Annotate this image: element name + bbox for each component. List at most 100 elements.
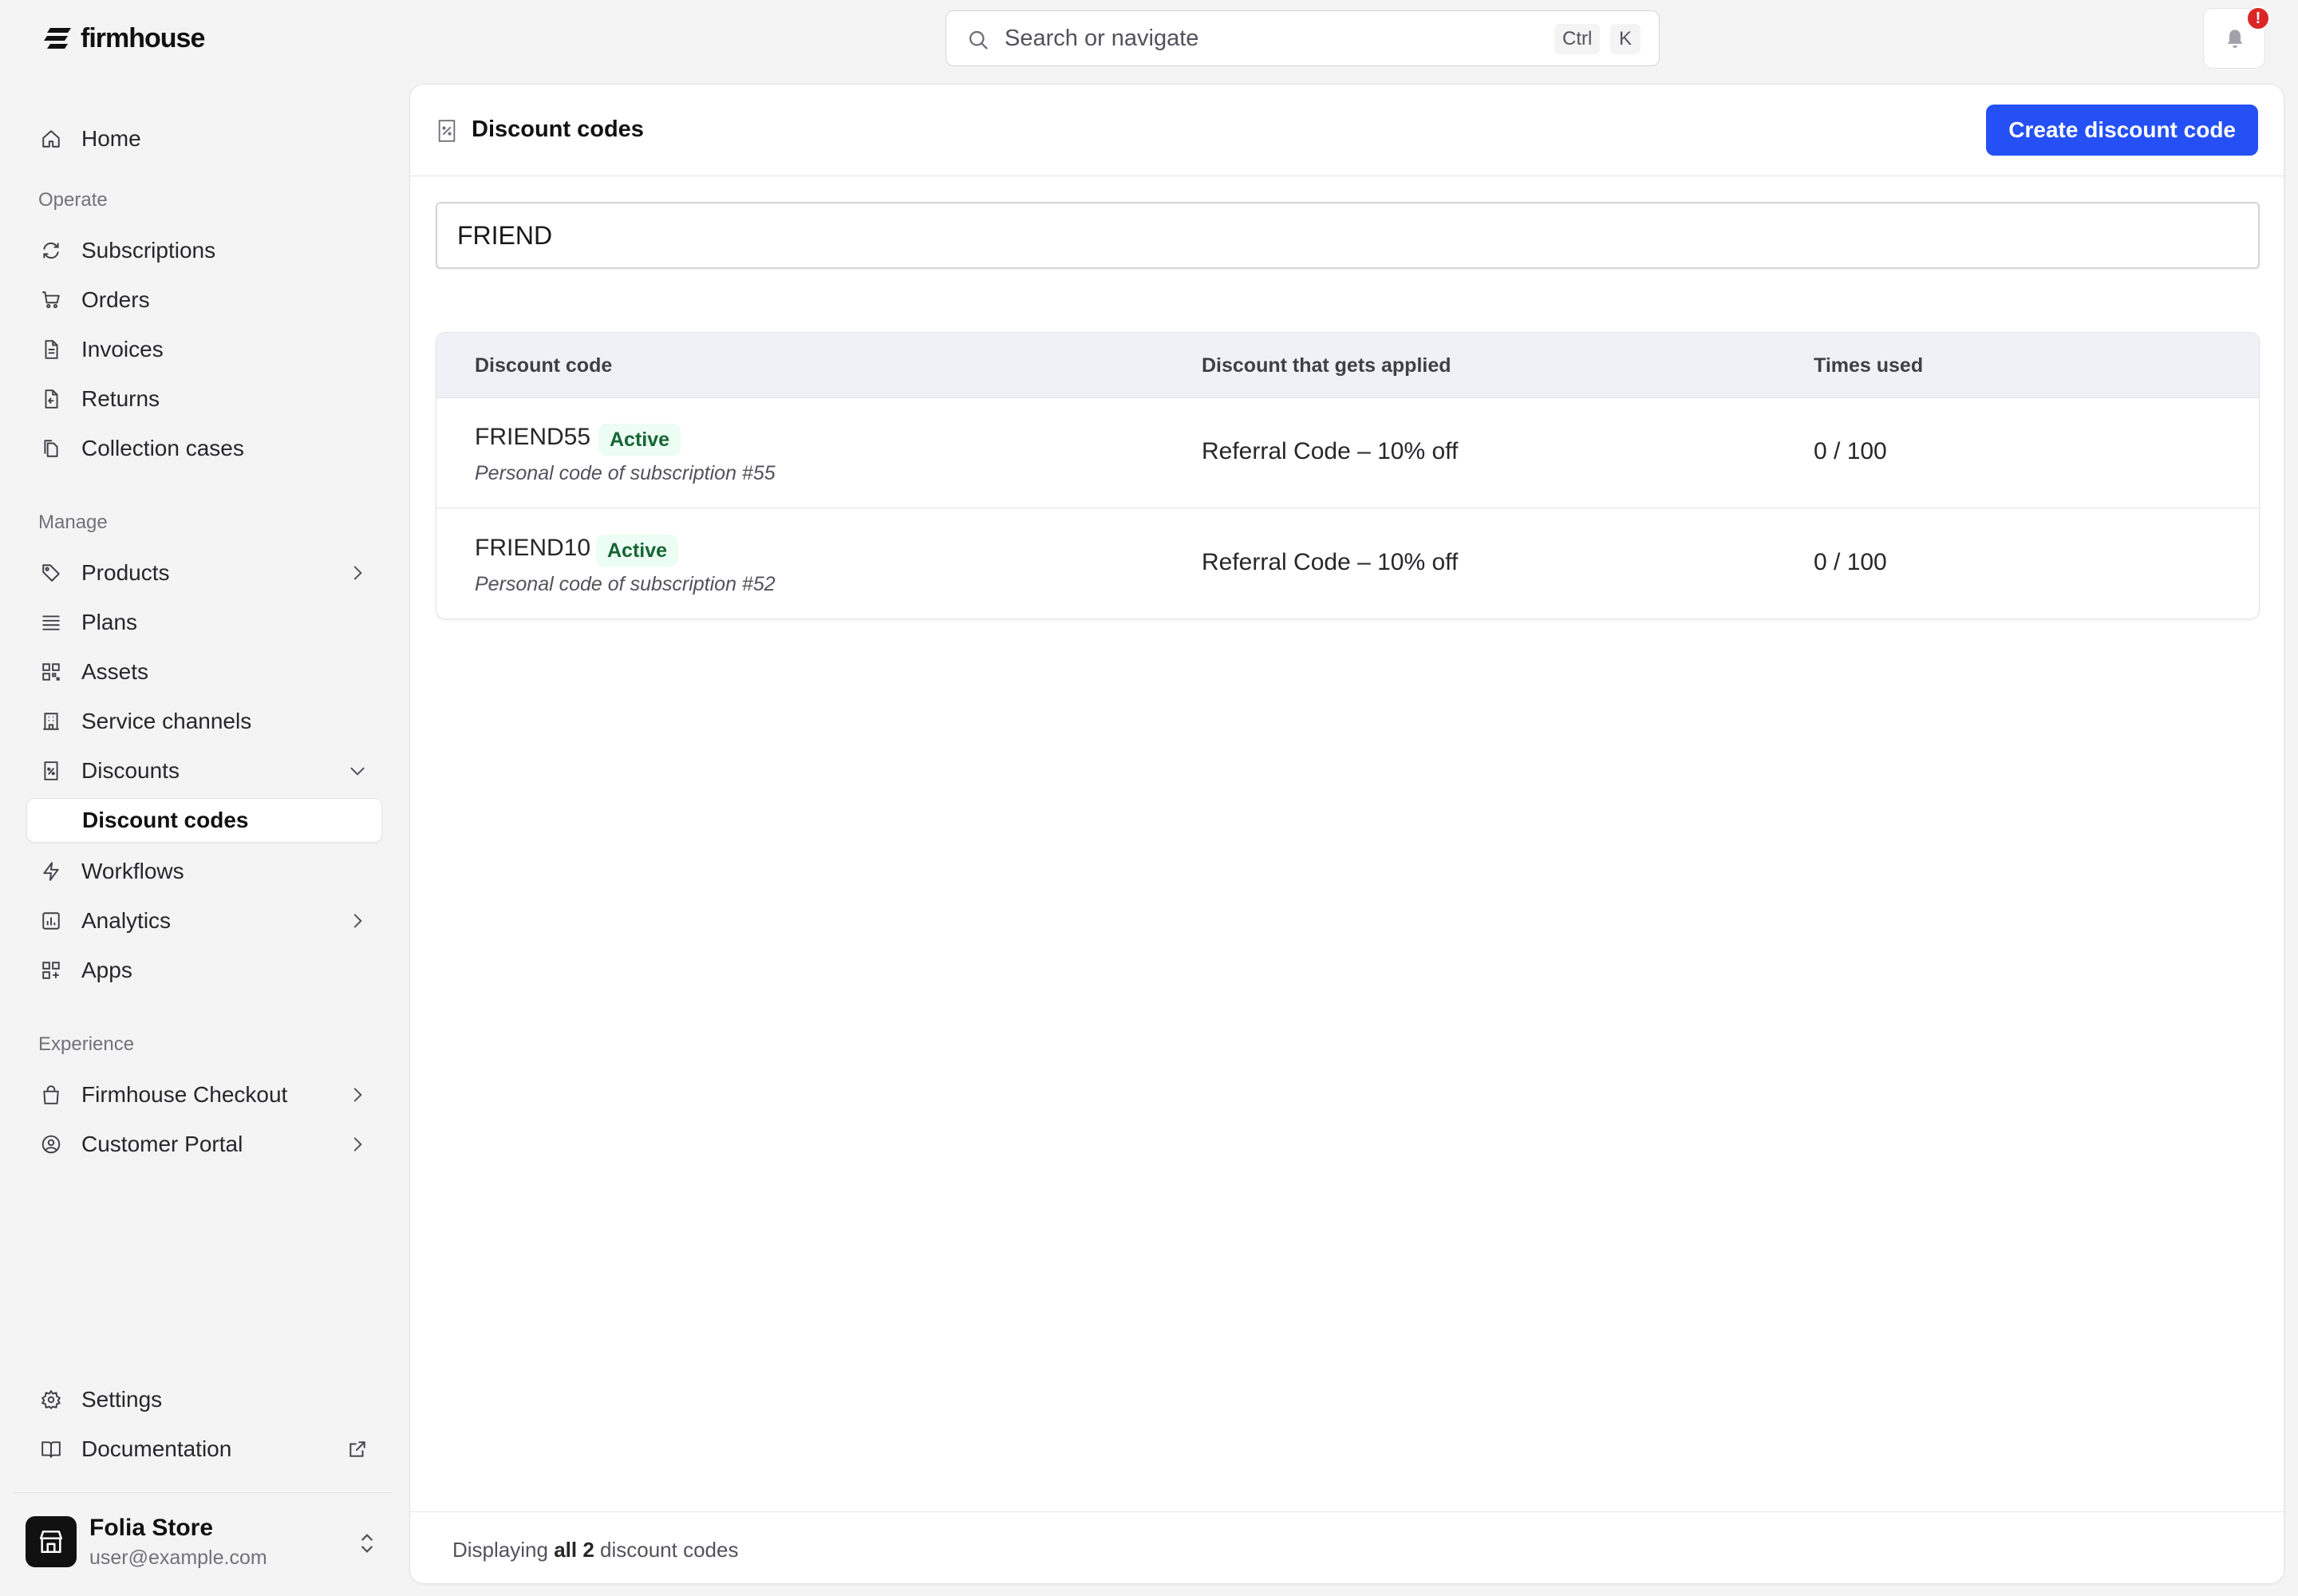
- bell-icon: [2227, 30, 2243, 49]
- sidebar-item-firmhouse-checkout[interactable]: Firmhouse Checkout: [26, 1073, 382, 1117]
- store-email: user@example.com: [89, 1547, 267, 1569]
- book-icon: [41, 1441, 61, 1458]
- results-count: Displaying all 2 discount codes: [452, 1538, 739, 1562]
- sidebar-item-label: Returns: [81, 386, 160, 411]
- sidebar-item-label: Products: [81, 560, 170, 585]
- section-label-operate: Operate: [38, 189, 108, 211]
- column-header-times-used[interactable]: Times used: [1814, 354, 1923, 377]
- discount-document-icon: [44, 761, 58, 780]
- chevron-down-icon: [350, 767, 365, 776]
- sidebar-item-label: Settings: [81, 1387, 163, 1412]
- page-title: Discount codes: [472, 117, 644, 142]
- sidebar-item-service-channels[interactable]: Service channels: [26, 699, 382, 744]
- sidebar-item-discounts[interactable]: Discounts: [26, 749, 382, 793]
- sidebar-item-products[interactable]: Products: [26, 551, 382, 595]
- sidebar-item-label: Discount codes: [82, 808, 249, 832]
- sidebar-item-home[interactable]: Home: [26, 117, 382, 161]
- page-footer: Displaying all 2 discount codes: [410, 1511, 2284, 1583]
- sidebar-item-subscriptions[interactable]: Subscriptions: [26, 228, 382, 273]
- sidebar-item-collection-cases[interactable]: Collection cases: [26, 426, 382, 471]
- sidebar-item-label: Customer Portal: [81, 1132, 243, 1156]
- page-header: Discount codes Create discount code: [410, 85, 2284, 176]
- sidebar-item-orders[interactable]: Orders: [26, 278, 382, 322]
- sidebar-item-analytics[interactable]: Analytics: [26, 899, 382, 943]
- sidebar-item-label: Documentation: [81, 1436, 232, 1461]
- discount-applied: Referral Code – 10% off: [1202, 549, 1459, 575]
- brand-name: firmhouse: [81, 22, 205, 53]
- sidebar-item-label: Assets: [81, 659, 149, 684]
- global-search[interactable]: Search or navigate Ctrl K: [946, 10, 1660, 66]
- chevron-up-down-icon: [361, 1534, 373, 1553]
- create-discount-code-button[interactable]: Create discount code: [1986, 105, 2258, 156]
- sidebar-item-label: Workflows: [81, 859, 184, 883]
- section-label-experience: Experience: [38, 1033, 135, 1055]
- refresh-icon: [43, 242, 59, 259]
- column-header-discount-applied[interactable]: Discount that gets applied: [1202, 354, 1451, 377]
- table-row[interactable]: FRIEND10 Active Personal code of subscri…: [436, 509, 2259, 618]
- tag-icon: [42, 564, 60, 582]
- document-icon: [45, 340, 58, 359]
- chevron-right-icon: [353, 914, 362, 928]
- sidebar-item-label: Collection cases: [81, 436, 244, 460]
- discount-document-icon: [438, 120, 456, 142]
- chevron-right-icon: [353, 1088, 362, 1102]
- main-panel: Discount codes Create discount code Disc…: [409, 84, 2284, 1584]
- column-header-discount-code[interactable]: Discount code: [475, 354, 612, 377]
- avatar: [26, 1516, 77, 1567]
- store-switcher[interactable]: Folia Store user@example.com: [26, 1515, 385, 1570]
- shortcut-key-ctrl: Ctrl: [1554, 24, 1601, 54]
- sidebar-item-label: Subscriptions: [81, 238, 216, 263]
- discount-code[interactable]: FRIEND10: [475, 535, 590, 562]
- status-badge: Active: [598, 424, 681, 456]
- sidebar-item-label: Invoices: [81, 337, 164, 361]
- search-placeholder: Search or navigate: [1005, 26, 1199, 51]
- stack-icon: [42, 615, 60, 630]
- apps-grid-icon: [42, 962, 60, 979]
- discount-code-filter-input[interactable]: [436, 202, 2260, 269]
- sidebar-item-workflows[interactable]: Workflows: [26, 849, 382, 894]
- storefront-icon: [39, 1530, 63, 1554]
- sidebar-divider: [14, 1492, 393, 1493]
- times-used: 0 / 100: [1814, 549, 1887, 575]
- sidebar-item-label: Service channels: [81, 709, 252, 733]
- discount-applied: Referral Code – 10% off: [1202, 438, 1459, 464]
- section-label-manage: Manage: [38, 512, 108, 533]
- sidebar-item-apps[interactable]: Apps: [26, 948, 382, 993]
- brand-logo[interactable]: firmhouse: [44, 22, 205, 53]
- sidebar-item-invoices[interactable]: Invoices: [26, 327, 382, 372]
- search-icon: [969, 30, 988, 49]
- lightning-icon: [43, 862, 59, 881]
- notification-badge: !: [2246, 6, 2270, 30]
- chevron-right-icon: [353, 1137, 362, 1152]
- return-document-icon: [45, 389, 58, 409]
- store-name: Folia Store: [89, 1515, 214, 1541]
- table-row[interactable]: FRIEND55 Active Personal code of subscri…: [436, 398, 2259, 508]
- discount-code-description: Personal code of subscription #55: [475, 462, 776, 484]
- copy-documents-icon: [44, 440, 58, 457]
- home-icon: [42, 130, 60, 148]
- external-link-icon: [349, 1441, 365, 1457]
- table-header: Discount code Discount that gets applied…: [436, 333, 2259, 398]
- sidebar-item-returns[interactable]: Returns: [26, 377, 382, 421]
- cart-icon: [42, 291, 60, 309]
- shopping-bag-icon: [43, 1085, 59, 1104]
- sidebar-item-discount-codes[interactable]: Discount codes: [26, 798, 382, 843]
- sidebar-item-assets[interactable]: Assets: [26, 650, 382, 694]
- firmhouse-logo-icon: [44, 28, 71, 49]
- building-icon: [43, 713, 59, 730]
- sidebar-item-plans[interactable]: Plans: [26, 600, 382, 645]
- sidebar-item-label: Orders: [81, 287, 150, 312]
- sidebar-item-label: Firmhouse Checkout: [81, 1082, 288, 1107]
- status-badge: Active: [596, 535, 679, 567]
- discount-codes-table: Discount code Discount that gets applied…: [436, 332, 2260, 619]
- sidebar-item-label: Analytics: [81, 908, 172, 933]
- discount-code-description: Personal code of subscription #52: [475, 573, 776, 595]
- sidebar-item-settings[interactable]: Settings: [26, 1377, 382, 1422]
- sidebar-item-label: Discounts: [81, 758, 180, 783]
- sidebar-item-documentation[interactable]: Documentation: [26, 1427, 382, 1472]
- user-circle-icon: [41, 1135, 61, 1154]
- sidebar-item-customer-portal[interactable]: Customer Portal: [26, 1122, 382, 1167]
- shortcut-key-k: K: [1610, 24, 1641, 54]
- times-used: 0 / 100: [1814, 438, 1887, 464]
- discount-code[interactable]: FRIEND55: [475, 424, 590, 451]
